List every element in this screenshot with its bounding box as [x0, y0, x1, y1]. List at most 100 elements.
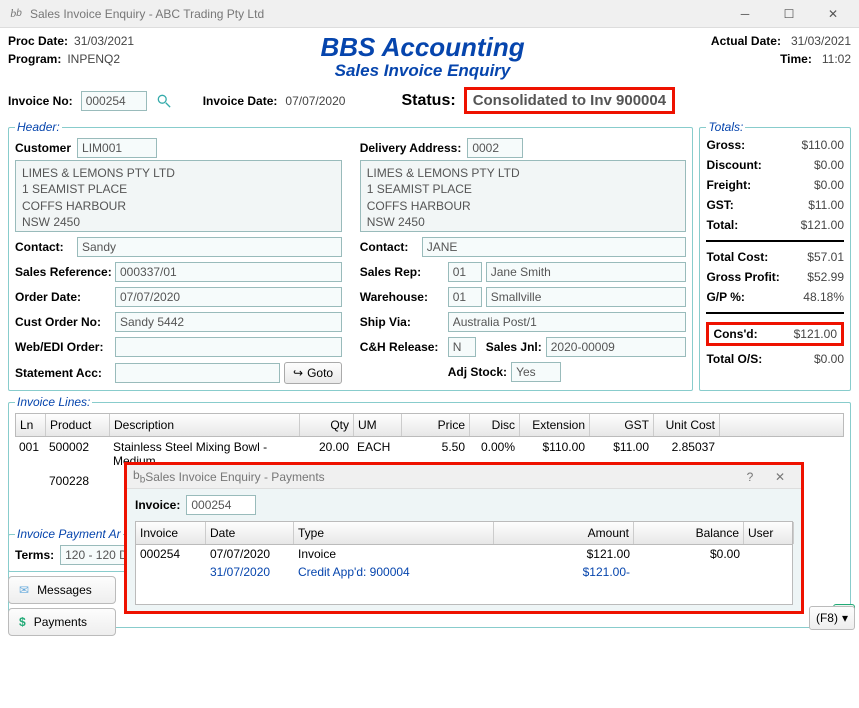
customer-label: Customer: [15, 141, 71, 155]
dcontact-label: Contact:: [360, 240, 416, 254]
popup-title: Sales Invoice Enquiry - Payments: [145, 470, 324, 484]
gross-value: $110.00: [801, 138, 844, 152]
custorder-input[interactable]: [115, 312, 342, 332]
totos-value: $0.00: [801, 352, 844, 366]
gppct-value: 48.18%: [801, 290, 844, 304]
minimize-button[interactable]: ─: [723, 1, 767, 27]
orderdate-label: Order Date:: [15, 290, 115, 304]
window-titlebar: bb Sales Invoice Enquiry - ABC Trading P…: [0, 0, 859, 28]
totals-fieldset: Totals: Gross:$110.00 Discount:$0.00 Fre…: [699, 120, 851, 391]
proc-date-label: Proc Date:: [8, 34, 68, 48]
p-invoice-input[interactable]: [186, 495, 256, 515]
wh-code[interactable]: [448, 287, 482, 307]
deliv-addr-code[interactable]: [467, 138, 523, 158]
deliv-address: LIMES & LEMONS PTY LTD 1 SEAMIST PLACE C…: [360, 160, 687, 232]
proc-date-value: 31/03/2021: [74, 34, 134, 48]
brand-subtitle: Sales Invoice Enquiry: [320, 61, 524, 81]
totos-label: Total O/S:: [706, 352, 800, 366]
credit-link[interactable]: Credit App'd: 900004: [294, 563, 494, 581]
messages-button[interactable]: ✉ Messages: [8, 576, 116, 604]
window-title: Sales Invoice Enquiry - ABC Trading Pty …: [30, 7, 723, 21]
salesref-input[interactable]: [115, 262, 342, 282]
adj-input[interactable]: [511, 362, 561, 382]
actual-date-value: 31/03/2021: [791, 34, 851, 48]
deliv-addr-label: Delivery Address:: [360, 141, 462, 155]
webedi-input[interactable]: [115, 337, 342, 357]
payments-popup: bb Sales Invoice Enquiry - Payments ? ✕ …: [124, 462, 804, 614]
payments-row[interactable]: 000254 07/07/2020 Invoice $121.00 $0.00: [136, 545, 792, 563]
freight-value: $0.00: [801, 178, 844, 192]
jnl-label: Sales Jnl:: [486, 340, 542, 354]
help-button[interactable]: ?: [735, 470, 765, 484]
app-icon: bb: [133, 468, 145, 485]
tcost-label: Total Cost:: [706, 250, 800, 264]
terms-label: Terms:: [15, 548, 54, 562]
ch-input[interactable]: [448, 337, 476, 357]
gp-value: $52.99: [801, 270, 844, 284]
app-icon: bb: [8, 6, 24, 22]
shipvia-label: Ship Via:: [360, 315, 448, 329]
total-label: Total:: [706, 218, 800, 232]
time-value: 11:02: [822, 52, 851, 66]
jnl-input[interactable]: [546, 337, 687, 357]
header-legend: Header:: [15, 120, 62, 134]
dollar-icon: $: [19, 615, 26, 629]
contact-input[interactable]: [77, 237, 342, 257]
disc-value: $0.00: [801, 158, 844, 172]
search-icon[interactable]: [155, 92, 173, 110]
gst-value: $11.00: [801, 198, 844, 212]
chevron-down-icon: ▾: [842, 611, 848, 625]
disc-label: Discount:: [706, 158, 800, 172]
brand-title: BBS Accounting: [320, 34, 524, 61]
stmtacc-input[interactable]: [115, 363, 280, 383]
wh-name[interactable]: [486, 287, 687, 307]
salesrep-name[interactable]: [486, 262, 687, 282]
consd-value: $121.00: [794, 327, 837, 341]
dcontact-input[interactable]: [422, 237, 687, 257]
salesref-label: Sales Reference:: [15, 265, 115, 279]
actual-date-label: Actual Date:: [711, 34, 781, 48]
custorder-label: Cust Order No:: [15, 315, 115, 329]
salesrep-code[interactable]: [448, 262, 482, 282]
payments-header: Invoice Date Type Amount Balance User: [135, 521, 793, 545]
gp-label: Gross Profit:: [706, 270, 800, 284]
invoice-no-input[interactable]: [81, 91, 147, 111]
status-value: Consolidated to Inv 900004: [464, 87, 675, 114]
invoice-no-label: Invoice No:: [8, 94, 73, 108]
contact-label: Contact:: [15, 240, 71, 254]
lines-legend: Invoice Lines:: [15, 395, 92, 409]
tcost-value: $57.01: [801, 250, 844, 264]
close-button[interactable]: ✕: [811, 1, 855, 27]
gross-label: Gross:: [706, 138, 800, 152]
header-fieldset: Header: Customer LIMES & LEMONS PTY LTD …: [8, 120, 693, 391]
orderdate-input[interactable]: [115, 287, 342, 307]
customer-address: LIMES & LEMONS PTY LTD 1 SEAMIST PLACE C…: [15, 160, 342, 232]
f8-button[interactable]: (F8) ▾: [809, 606, 855, 630]
wh-label: Warehouse:: [360, 290, 448, 304]
totals-legend: Totals:: [706, 120, 745, 134]
total-value: $121.00: [801, 218, 844, 232]
invoice-date-value: 07/07/2020: [285, 94, 345, 108]
consd-label: Cons'd:: [713, 327, 793, 341]
program-value: INPENQ2: [67, 52, 120, 66]
maximize-button[interactable]: ☐: [767, 1, 811, 27]
ipa-legend: Invoice Payment Ar: [15, 527, 123, 541]
stmtacc-label: Statement Acc:: [15, 366, 115, 380]
freight-label: Freight:: [706, 178, 800, 192]
gst-label: GST:: [706, 198, 800, 212]
payments-row[interactable]: 31/07/2020 Credit App'd: 900004 $121.00-: [136, 563, 792, 581]
time-label: Time:: [780, 52, 812, 66]
popup-close-button[interactable]: ✕: [765, 470, 795, 484]
invoice-date-label: Invoice Date:: [203, 94, 278, 108]
customer-input[interactable]: [77, 138, 157, 158]
gppct-label: G/P %:: [706, 290, 800, 304]
shipvia-input[interactable]: [448, 312, 687, 332]
adj-label: Adj Stock:: [448, 365, 507, 379]
mail-icon: ✉: [19, 583, 29, 597]
lines-header: Ln Product Description Qty UM Price Disc…: [15, 413, 844, 437]
goto-icon: ↪: [293, 366, 303, 380]
salesrep-label: Sales Rep:: [360, 265, 448, 279]
goto-button[interactable]: ↪ Goto: [284, 362, 342, 384]
payments-button[interactable]: $ Payments: [8, 608, 116, 636]
status-label: Status:: [401, 92, 455, 110]
